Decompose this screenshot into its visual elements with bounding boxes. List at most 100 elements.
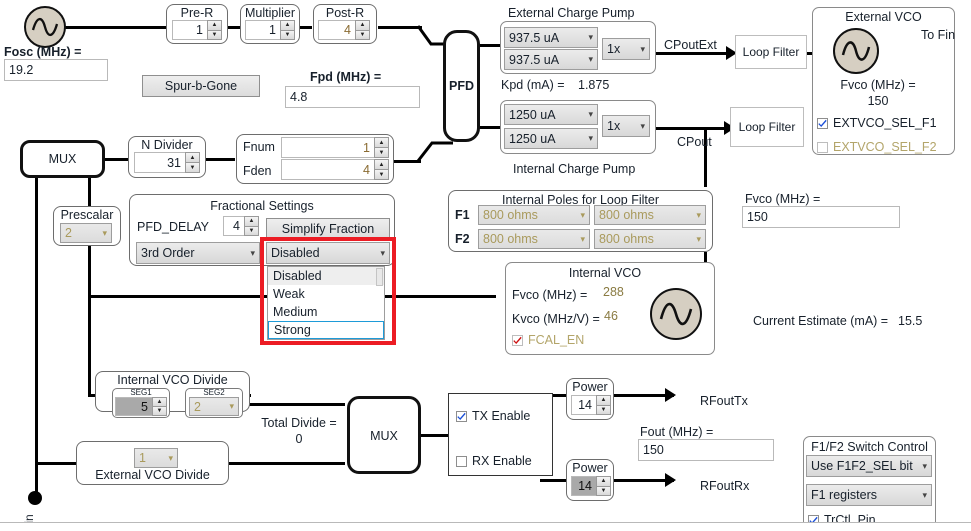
fnum-value[interactable]: 1 (281, 137, 374, 158)
pfd-delay-arrows[interactable]: ▲ ▼ (244, 216, 259, 236)
n-divider-down-icon[interactable]: ▼ (185, 162, 200, 173)
dither-option-disabled[interactable]: Disabled (268, 267, 384, 285)
pre-r-arrows[interactable]: ▲ ▼ (207, 20, 222, 40)
chevron-down-icon: ▾ (250, 247, 255, 258)
fcal-en-row[interactable]: FCAL_EN (512, 333, 584, 347)
fden-stepper[interactable]: 4 ▲ ▼ (281, 159, 389, 180)
fden-down-icon[interactable]: ▼ (374, 169, 389, 180)
rx-power-stepper[interactable]: 14 ▲ ▼ (571, 476, 611, 496)
fnum-stepper[interactable]: 1 ▲ ▼ (281, 137, 389, 158)
switch-control-mode-select[interactable]: Use F1F2_SEL bit ▾ (806, 455, 932, 477)
seg1-value[interactable]: 5 (115, 397, 152, 416)
tx-power-arrows[interactable]: ▲ ▼ (596, 395, 611, 415)
pole-f1-r2-select[interactable]: 800 ohms ▾ (594, 205, 706, 225)
pre-r-value[interactable]: 1 (172, 20, 207, 40)
rx-power-up-icon[interactable]: ▲ (596, 476, 611, 486)
fvco-readout-input[interactable]: 150 (742, 206, 900, 228)
fden-up-icon[interactable]: ▲ (374, 159, 389, 169)
pfd-delay-down-icon[interactable]: ▼ (244, 225, 259, 236)
tx-enable-row[interactable]: TX Enable (456, 409, 530, 423)
rx-enable-row[interactable]: RX Enable (456, 454, 532, 468)
post-r-arrows[interactable]: ▲ ▼ (355, 20, 370, 40)
pfd-delay-up-icon[interactable]: ▲ (244, 216, 259, 226)
wire-extdiv-to-mux (228, 462, 345, 465)
extvco-sel-f1-row[interactable]: EXTVCO_SEL_F1 (817, 116, 937, 130)
rx-power-down-icon[interactable]: ▼ (596, 485, 611, 496)
tx-power-value[interactable]: 14 (571, 395, 596, 415)
pre-r-down-icon[interactable]: ▼ (207, 29, 222, 40)
rx-enable-checkbox[interactable] (456, 455, 467, 467)
rx-power-value[interactable]: 14 (571, 476, 596, 496)
spur-b-gone-button[interactable]: Spur-b-Gone (142, 75, 260, 97)
n-divider-value[interactable]: 31 (134, 152, 185, 173)
fnum-up-icon[interactable]: ▲ (374, 137, 389, 147)
tx-power-up-icon[interactable]: ▲ (596, 395, 611, 405)
internal-cp-up-select[interactable]: 1250 uA ▾ (504, 104, 598, 125)
seg2-select[interactable]: 2 ▾ (189, 397, 239, 416)
pre-r-stepper[interactable]: 1 ▲ ▼ (172, 20, 222, 40)
internal-cp-down-select[interactable]: 1250 uA ▾ (504, 128, 598, 149)
n-divider-arrows[interactable]: ▲ ▼ (185, 152, 200, 173)
pre-r-up-icon[interactable]: ▲ (207, 20, 222, 30)
n-divider-title: N Divider (141, 138, 193, 152)
seg1-arrows[interactable]: ▲ ▼ (152, 397, 167, 416)
n-divider-stepper[interactable]: 31 ▲ ▼ (134, 152, 200, 173)
dither-selected-value: Disabled (271, 246, 320, 260)
extvco-sel-f1-checkbox[interactable] (817, 117, 828, 129)
fnum-down-icon[interactable]: ▼ (374, 147, 389, 158)
tx-power-down-icon[interactable]: ▼ (596, 404, 611, 415)
multiplier-stepper[interactable]: 1 ▲ ▼ (245, 20, 295, 40)
multiplier-value[interactable]: 1 (245, 20, 280, 40)
external-cp-up-select[interactable]: 937.5 uA ▾ (504, 27, 598, 48)
external-vco-divide-title: External VCO Divide (95, 468, 210, 482)
prescalar-select[interactable]: 2 ▾ (60, 223, 112, 243)
external-vco-divide-select[interactable]: 1 ▾ (134, 448, 178, 468)
post-r-down-icon[interactable]: ▼ (355, 29, 370, 40)
tx-enable-checkbox[interactable] (456, 410, 467, 422)
external-cp-gain-select[interactable]: 1x ▾ (602, 38, 650, 60)
modulator-order-select[interactable]: 3rd Order ▾ (136, 242, 260, 264)
multiplier-arrows[interactable]: ▲ ▼ (280, 20, 295, 40)
fden-value[interactable]: 4 (281, 159, 374, 180)
fnum-label: Fnum (243, 140, 275, 154)
internal-vco-kvco-value: 46 (604, 309, 618, 323)
post-r-up-icon[interactable]: ▲ (355, 20, 370, 30)
seg1-up-icon[interactable]: ▲ (152, 397, 167, 406)
pfd-delay-value[interactable]: 4 (223, 216, 244, 236)
dither-options-list[interactable]: Disabled Weak Medium Strong (267, 266, 385, 340)
dither-select[interactable]: Disabled ▾ (266, 242, 390, 264)
external-cp-down-select[interactable]: 937.5 uA ▾ (504, 49, 598, 70)
seg1-down-icon[interactable]: ▼ (152, 406, 167, 416)
dither-list-scrollbar[interactable] (376, 268, 383, 286)
fnum-arrows[interactable]: ▲ ▼ (374, 137, 389, 158)
switch-control-registers-select[interactable]: F1 registers ▾ (806, 484, 932, 506)
fcal-en-checkbox[interactable] (512, 334, 523, 346)
internal-cp-gain-select[interactable]: 1x ▾ (602, 115, 650, 137)
pfd-delay-stepper[interactable]: 4 ▲ ▼ (223, 216, 259, 236)
extvco-sel-f2-row[interactable]: EXTVCO_SEL_F2 (817, 140, 937, 154)
fout-input[interactable]: 150 (638, 439, 774, 461)
pole-f2-r1-select[interactable]: 800 ohms ▾ (478, 229, 590, 249)
fosc-input[interactable]: 19.2 (4, 59, 108, 81)
pole-f2-r2-value: 800 ohms (599, 232, 654, 246)
rx-power-arrows[interactable]: ▲ ▼ (596, 476, 611, 496)
dither-option-weak[interactable]: Weak (268, 285, 384, 303)
tx-power-title: Power (572, 380, 608, 394)
post-r-stepper[interactable]: 4 ▲ ▼ (318, 20, 370, 40)
fden-arrows[interactable]: ▲ ▼ (374, 159, 389, 180)
seg1-stepper[interactable]: 5 ▲ ▼ (115, 397, 167, 416)
dither-option-strong[interactable]: Strong (268, 321, 384, 339)
cpout-label: CPout (677, 135, 712, 149)
prescalar-value: 2 (65, 226, 72, 240)
post-r-value[interactable]: 4 (318, 20, 355, 40)
dither-option-medium[interactable]: Medium (268, 303, 384, 321)
external-vco-divide-value: 1 (139, 451, 146, 465)
tx-power-stepper[interactable]: 14 ▲ ▼ (571, 395, 611, 415)
pole-f1-r1-select[interactable]: 800 ohms ▾ (478, 205, 590, 225)
extvco-sel-f2-checkbox[interactable] (817, 141, 828, 153)
multiplier-down-icon[interactable]: ▼ (280, 29, 295, 40)
n-divider-up-icon[interactable]: ▲ (185, 152, 200, 162)
fpd-input[interactable]: 4.8 (285, 86, 420, 108)
pole-f2-r2-select[interactable]: 800 ohms ▾ (594, 229, 706, 249)
multiplier-up-icon[interactable]: ▲ (280, 20, 295, 30)
